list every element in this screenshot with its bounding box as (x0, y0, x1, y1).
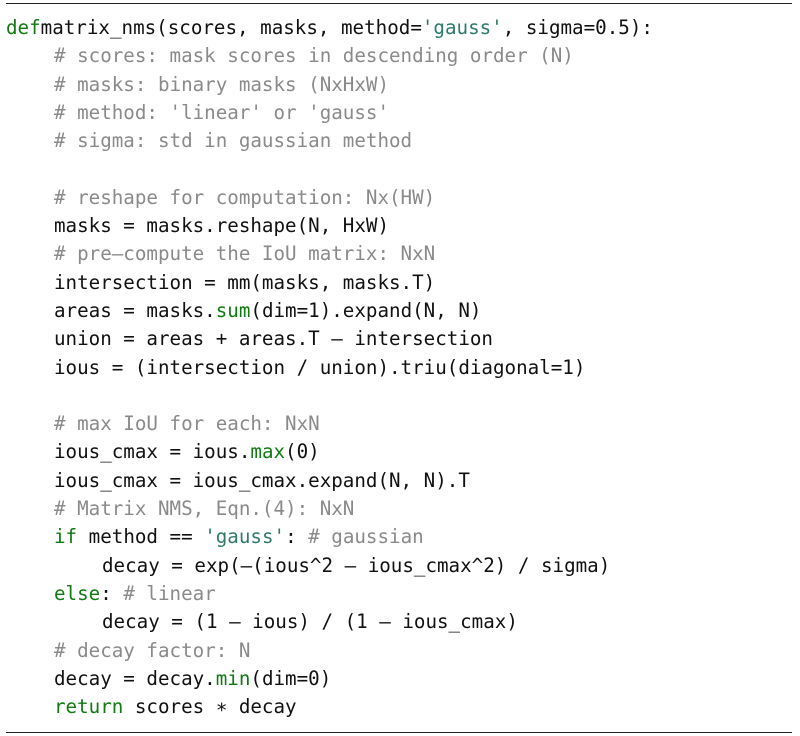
code-keyword: else (54, 581, 101, 605)
code-line: ious_cmax = ious_cmax.expand(N, N).T (6, 467, 794, 495)
code-comment: # reshape for computation: Nx(HW) (54, 185, 436, 209)
code-token: ious_cmax = ious_cmax.expand(N, N).T (54, 468, 470, 492)
code-comment: # masks: binary masks (NxHxW) (54, 72, 390, 96)
code-listing: defmatrix_nms(scores, masks, method='gau… (6, 14, 794, 721)
code-token: masks = masks.reshape(N, HxW) (54, 214, 390, 238)
code-token: min (215, 666, 251, 690)
code-line: # sigma: std in gaussian method (6, 127, 794, 155)
code-line: union = areas + areas.T — intersection (6, 325, 794, 353)
code-line: # method: 'linear' or 'gauss' (6, 99, 794, 127)
code-keyword: return (54, 695, 124, 719)
code-line: # reshape for computation: Nx(HW) (6, 184, 794, 212)
top-rule (6, 3, 792, 4)
code-comment: # sigma: std in gaussian method (54, 129, 413, 153)
code-token: : (100, 581, 124, 605)
code-line: masks = masks.reshape(N, HxW) (6, 212, 794, 240)
code-token: method == (77, 525, 205, 549)
code-token: (dim=1).expand(N, N) (250, 298, 482, 322)
code-token: sum (215, 298, 251, 322)
code-string: 'gauss' (421, 16, 503, 39)
code-line: # Matrix NMS, Eqn.(4): NxN (6, 495, 794, 523)
code-token: (dim=0) (250, 666, 332, 690)
code-line: # max IoU for each: NxN (6, 410, 794, 438)
code-line: areas = masks.sum(dim=1).expand(N, N) (6, 297, 794, 325)
code-token: max (250, 440, 286, 464)
code-line: if method == 'gauss': # gaussian (6, 523, 794, 551)
code-token: union = areas + areas.T — intersection (54, 327, 493, 351)
code-token: intersection = mm(masks, masks.T) (54, 270, 436, 294)
code-line: decay = exp(—(ious^2 — ious_cmax^2) / si… (6, 552, 794, 580)
code-comment: # pre—compute the IoU matrix: NxN (54, 242, 436, 266)
code-token: matrix_nms(scores, masks, method= (40, 16, 422, 39)
code-comment: # max IoU for each: NxN (54, 412, 320, 436)
code-line: ious_cmax = ious.max(0) (6, 438, 794, 466)
code-keyword: if (54, 525, 78, 549)
code-token: scores ∗ decay (123, 695, 297, 719)
code-line: decay = decay.min(dim=0) (6, 665, 794, 693)
code-comment: # Matrix NMS, Eqn.(4): NxN (54, 497, 355, 521)
code-line: defmatrix_nms(scores, masks, method='gau… (6, 14, 794, 42)
code-token: ious = (intersection / union).triu(diago… (54, 355, 586, 379)
bottom-rule (6, 732, 792, 733)
code-token: decay = decay. (54, 666, 216, 690)
code-comment: # method: 'linear' or 'gauss' (54, 100, 390, 124)
code-line: else: # linear (6, 580, 794, 608)
code-keyword: def (6, 16, 41, 39)
code-line: decay = (1 — ious) / (1 — ious_cmax) (6, 608, 794, 636)
code-token: (0) (285, 440, 320, 464)
code-token: , sigma=0.5): (502, 16, 653, 39)
code-string: 'gauss' (204, 525, 286, 549)
code-line: # masks: binary masks (NxHxW) (6, 71, 794, 99)
code-token: decay = (1 — ious) / (1 — ious_cmax) (102, 610, 518, 634)
code-comment: # linear (123, 581, 216, 605)
code-comment: # gaussian (308, 525, 424, 549)
code-comment: # scores: mask scores in descending orde… (54, 44, 574, 68)
code-line: # pre—compute the IoU matrix: NxN (6, 240, 794, 268)
code-line: intersection = mm(masks, masks.T) (6, 269, 794, 297)
code-line: ious = (intersection / union).triu(diago… (6, 354, 794, 382)
code-comment: # decay factor: N (54, 638, 251, 662)
code-token: areas = masks. (54, 298, 216, 322)
code-token: ious_cmax = ious. (54, 440, 251, 464)
code-token: : (285, 525, 309, 549)
code-line: return scores ∗ decay (6, 693, 794, 721)
code-line: # decay factor: N (6, 637, 794, 665)
code-line: # scores: mask scores in descending orde… (6, 42, 794, 70)
code-token: decay = exp(—(ious^2 — ious_cmax^2) / si… (102, 553, 611, 577)
